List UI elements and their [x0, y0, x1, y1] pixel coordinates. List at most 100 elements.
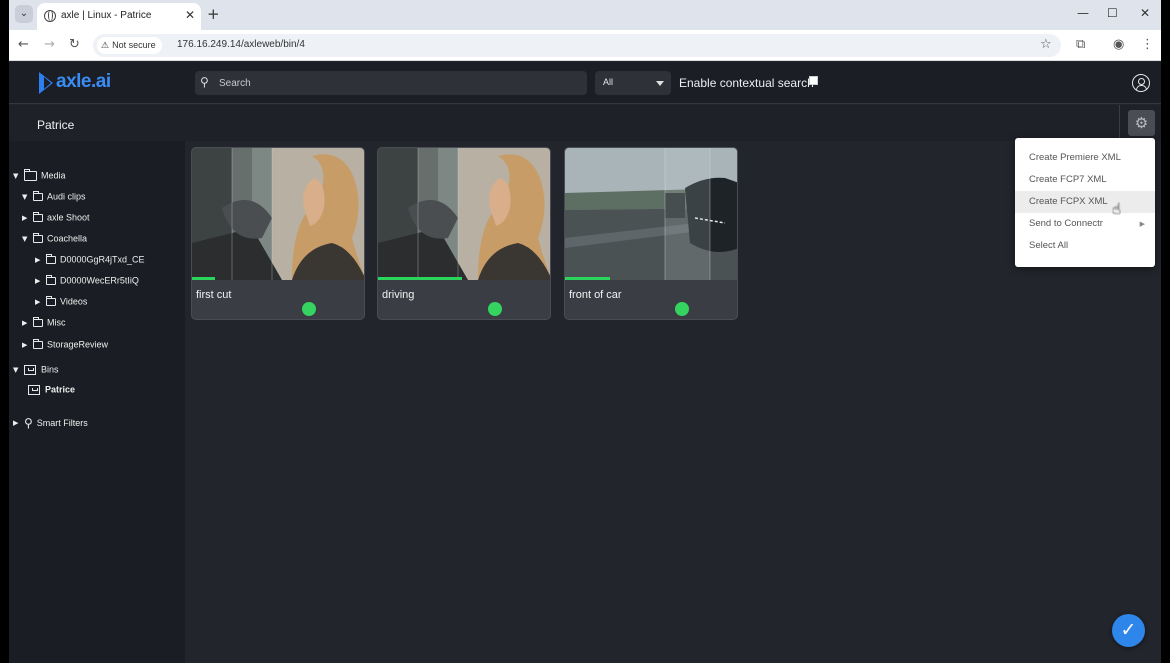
browser-tab-strip: ⌄ axle | Linux - Patrice ✕ + — ☐ ✕: [9, 0, 1161, 30]
search-icon: ⚲: [24, 416, 33, 430]
tree-item-label: Misc: [47, 317, 66, 328]
tree-item-misc[interactable]: ▶ Misc: [22, 316, 66, 333]
hand-cursor-icon: ☝: [1112, 200, 1122, 218]
search-scope-select[interactable]: All: [595, 71, 671, 95]
tree-item-label: Media: [41, 170, 66, 181]
contextual-search-label: Enable contextual search: [679, 76, 814, 90]
folder-icon: [33, 232, 43, 243]
minimize-icon[interactable]: —: [1077, 6, 1089, 20]
app-header: axle.ai ⚲ All Enable contextual search: [9, 62, 1161, 104]
tree-item-label: Smart Filters: [36, 418, 88, 428]
menu-item-create-fcp7-xml[interactable]: Create FCP7 XML: [1015, 169, 1155, 191]
tree-item-audi-clips[interactable]: ▼ Audi clips: [22, 190, 86, 207]
sidebar: ▼ Media ▼ Audi clips ▶ axle Shoot ▼ Coachell…: [9, 141, 185, 663]
tree-item-clip1[interactable]: ▶ D0000GgR4jTxd_CE: [35, 253, 145, 270]
browser-tab[interactable]: axle | Linux - Patrice ✕: [37, 3, 201, 30]
asset-title: driving: [382, 289, 415, 301]
asset-thumbnail[interactable]: [378, 148, 550, 280]
tree-item-label: D0000WecERr5tIiQ: [60, 275, 139, 286]
menu-item-send-to-connectr[interactable]: Send to Connectr ▶: [1015, 213, 1155, 235]
folder-icon: [46, 295, 56, 306]
folder-icon: [24, 168, 37, 181]
logo-chevron-cutout: [44, 77, 51, 89]
caret-right-icon[interactable]: ▶: [22, 319, 31, 327]
scope-value: All: [603, 77, 614, 87]
tree-item-coachella[interactable]: ▼ Coachella: [22, 232, 88, 249]
url-text[interactable]: 176.16.249.14/axleweb/bin/4: [177, 39, 305, 50]
address-bar[interactable]: ⚠ Not secure 176.16.249.14/axleweb/bin/4: [93, 34, 1061, 57]
asset-thumbnail[interactable]: [565, 148, 737, 280]
search-input[interactable]: [219, 74, 579, 92]
tree-item-clip2[interactable]: ▶ D0000WecERr5tIiQ: [35, 274, 139, 291]
status-dot: [675, 302, 689, 316]
new-tab-button[interactable]: +: [207, 5, 220, 23]
caret-down-icon[interactable]: ▼: [22, 193, 31, 201]
bookmark-star-icon[interactable]: ☆: [1040, 37, 1052, 52]
tree-item-bins[interactable]: ▼ Bins: [13, 364, 59, 380]
caret-right-icon[interactable]: ▶: [35, 298, 44, 306]
page-title: Patrice: [37, 118, 75, 132]
gear-icon[interactable]: ⚙: [1128, 110, 1155, 136]
tab-search-button[interactable]: ⌄: [15, 5, 33, 23]
progress-bar: [192, 277, 215, 280]
tree-item-label: Videos: [60, 296, 88, 307]
tree-item-label: Audi clips: [47, 191, 86, 202]
caret-right-icon[interactable]: ▶: [35, 277, 44, 285]
tree-item-bin-patrice[interactable]: Patrice: [26, 384, 75, 400]
close-tab-icon[interactable]: ✕: [185, 8, 195, 22]
profile-icon[interactable]: ◉: [1113, 37, 1124, 52]
asset-card[interactable]: driving: [377, 147, 551, 320]
tree-item-label: Bins: [41, 364, 59, 375]
screen: ⌄ axle | Linux - Patrice ✕ + — ☐ ✕ ← → ↻…: [9, 0, 1161, 663]
folder-icon: [33, 190, 43, 201]
menu-item-create-fcpx-xml[interactable]: Create FCPX XML: [1015, 191, 1155, 213]
caret-down-icon: [656, 81, 664, 86]
back-icon[interactable]: ←: [18, 37, 29, 52]
maximize-icon[interactable]: ☐: [1107, 6, 1118, 20]
tab-title: axle | Linux - Patrice: [61, 10, 152, 21]
logo-text: axle.ai: [56, 71, 111, 92]
bin-icon: [28, 384, 40, 395]
asset-title: front of car: [569, 289, 622, 301]
forward-icon[interactable]: →: [44, 37, 55, 52]
tree-item-label: Coachella: [47, 233, 88, 244]
globe-icon: [44, 10, 56, 22]
extensions-icon[interactable]: ⧉: [1076, 37, 1085, 52]
search-box[interactable]: ⚲: [195, 71, 587, 95]
asset-thumbnail[interactable]: [192, 148, 364, 280]
folder-icon: [33, 211, 43, 222]
folder-icon: [46, 253, 56, 264]
caret-right-icon[interactable]: ▶: [22, 341, 31, 349]
tree-item-videos[interactable]: ▶ Videos: [35, 295, 88, 312]
close-window-icon[interactable]: ✕: [1140, 6, 1150, 20]
security-label: Not secure: [112, 40, 156, 50]
tree-item-storagereview[interactable]: ▶ StorageReview: [22, 338, 108, 355]
menu-item-create-premiere-xml[interactable]: Create Premiere XML: [1015, 147, 1155, 169]
tree-item-axle-shoot[interactable]: ▶ axle Shoot: [22, 211, 90, 228]
confirm-check-button[interactable]: ✓: [1112, 614, 1145, 647]
tree-item-media[interactable]: ▼ Media: [13, 168, 66, 186]
tree-item-label: Patrice: [45, 384, 76, 395]
reload-icon[interactable]: ↻: [69, 37, 80, 52]
user-account-icon[interactable]: [1132, 74, 1150, 92]
browser-menu-icon[interactable]: ⋮: [1141, 37, 1154, 52]
progress-bar: [378, 277, 462, 280]
warning-icon: ⚠: [101, 41, 110, 51]
caret-down-icon[interactable]: ▼: [22, 235, 31, 243]
caret-down-icon[interactable]: ▼: [13, 366, 22, 374]
folder-icon: [33, 338, 43, 349]
progress-bar: [565, 277, 611, 280]
bin-icon: [24, 364, 36, 375]
browser-toolbar: ← → ↻ ⚠ Not secure 176.16.249.14/axleweb/…: [9, 30, 1161, 61]
caret-right-icon[interactable]: ▶: [35, 256, 44, 264]
menu-item-select-all[interactable]: Select All: [1015, 235, 1155, 257]
bin-header: Patrice ⚙: [9, 105, 1161, 141]
asset-card[interactable]: front of car: [564, 147, 738, 320]
contextual-search-checkbox[interactable]: [809, 76, 818, 85]
asset-card[interactable]: first cut: [191, 147, 365, 320]
caret-right-icon[interactable]: ▶: [13, 419, 22, 427]
tree-item-smart-filters[interactable]: ▶ ⚲ Smart Filters: [13, 416, 88, 432]
caret-right-icon[interactable]: ▶: [22, 214, 31, 222]
caret-down-icon[interactable]: ▼: [13, 172, 22, 180]
security-chip[interactable]: ⚠ Not secure: [97, 37, 162, 54]
